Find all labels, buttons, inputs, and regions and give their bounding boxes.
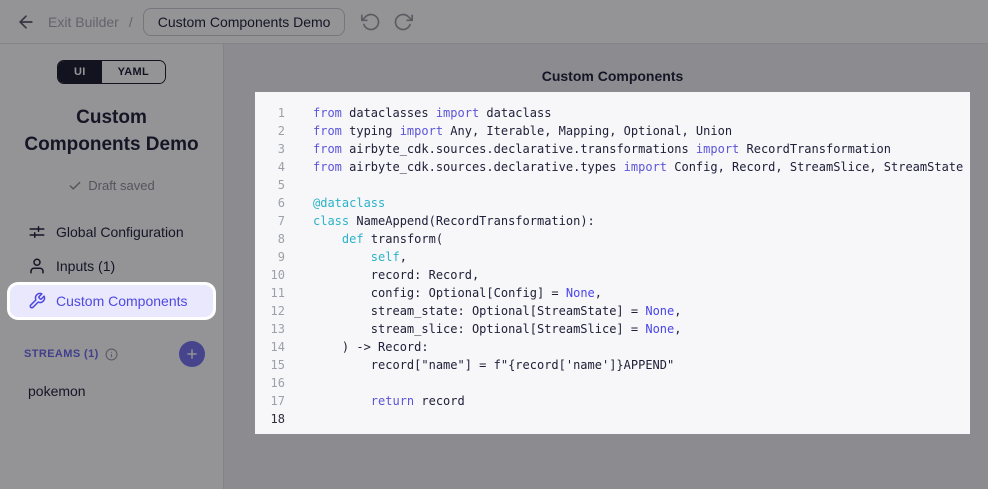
line-number: 14 xyxy=(255,338,285,356)
line-number: 12 xyxy=(255,302,285,320)
line-number: 4 xyxy=(255,158,285,176)
line-number: 11 xyxy=(255,284,285,302)
breadcrumb-separator: / xyxy=(129,14,133,30)
line-number: 2 xyxy=(255,122,285,140)
code-line: 6 @dataclass xyxy=(255,194,970,212)
code-line: 1 from dataclasses import dataclass xyxy=(255,104,970,122)
code-line: 4 from airbyte_cdk.sources.declarative.ty… xyxy=(255,158,970,176)
line-number: 13 xyxy=(255,320,285,338)
code-line: 14 ) -> Record: xyxy=(255,338,970,356)
sidebar-item-label: Custom Components xyxy=(56,293,188,309)
code-editor[interactable]: 1 from dataclasses import dataclass 2 from … xyxy=(255,92,970,434)
sidebar-item-label: Global Configuration xyxy=(56,224,184,240)
code-line: 13 stream_slice: Optional[StreamSlice] =… xyxy=(255,320,970,338)
draft-status-label: Draft saved xyxy=(88,178,154,193)
stream-item-pokemon[interactable]: pokemon xyxy=(0,383,223,399)
line-number: 9 xyxy=(255,248,285,266)
exit-builder-link[interactable]: Exit Builder xyxy=(48,14,119,30)
line-number: 8 xyxy=(255,230,285,248)
code-line: 3 from airbyte_cdk.sources.declarative.tr… xyxy=(255,140,970,158)
line-code: from typing import Any, Iterable, Mappin… xyxy=(313,122,732,140)
sidebar-item-label: Inputs (1) xyxy=(56,258,115,274)
toggle-yaml-button[interactable]: YAML xyxy=(102,61,165,83)
undo-icon xyxy=(361,12,381,32)
line-number: 16 xyxy=(255,374,285,392)
line-code: from airbyte_cdk.sources.declarative.typ… xyxy=(313,158,963,176)
code-line: 9 self, xyxy=(255,248,970,266)
wrench-icon xyxy=(28,292,46,310)
sidebar-nav: Global Configuration Inputs (1) Custom C… xyxy=(0,215,223,319)
toggle-ui-button[interactable]: UI xyxy=(58,61,102,83)
history-buttons xyxy=(359,10,415,34)
redo-icon xyxy=(393,12,413,32)
back-button[interactable] xyxy=(14,10,38,34)
code-line: 17 return record xyxy=(255,392,970,410)
line-number: 5 xyxy=(255,176,285,194)
connector-title: Custom Components Demo xyxy=(0,104,223,158)
line-code: return record xyxy=(313,392,465,410)
line-code: @dataclass xyxy=(313,194,385,212)
sidebar-item-global-configuration[interactable]: Global Configuration xyxy=(0,215,223,249)
line-code: config: Optional[Config] = None, xyxy=(313,284,602,302)
line-code: stream_state: Optional[StreamState] = No… xyxy=(313,302,681,320)
line-number: 17 xyxy=(255,392,285,410)
main-content: Custom Components 1 from dataclasses impo… xyxy=(224,44,988,489)
code-line: 16 xyxy=(255,374,970,392)
connector-builder-app: Exit Builder / Custom Components Demo UI… xyxy=(0,0,988,489)
line-number: 6 xyxy=(255,194,285,212)
streams-section-header: STREAMS (1) xyxy=(0,341,223,367)
add-stream-button[interactable] xyxy=(179,341,205,367)
line-number: 1 xyxy=(255,104,285,122)
code-line: 12 stream_state: Optional[StreamState] =… xyxy=(255,302,970,320)
code-line: 2 from typing import Any, Iterable, Mappi… xyxy=(255,122,970,140)
line-code: stream_slice: Optional[StreamSlice] = No… xyxy=(313,320,681,338)
sliders-icon xyxy=(28,223,46,241)
draft-status: Draft saved xyxy=(0,178,223,193)
streams-info-trigger[interactable] xyxy=(105,348,118,361)
code-line: 5 xyxy=(255,176,970,194)
line-number: 3 xyxy=(255,140,285,158)
line-code: record: Record, xyxy=(313,266,479,284)
check-icon xyxy=(68,179,82,193)
line-code: from dataclasses import dataclass xyxy=(313,104,551,122)
topbar: Exit Builder / Custom Components Demo xyxy=(0,0,988,44)
connector-name-input[interactable]: Custom Components Demo xyxy=(143,8,346,36)
line-code: ) -> Record: xyxy=(313,338,429,356)
connector-name-value: Custom Components Demo xyxy=(158,14,331,30)
line-code: self, xyxy=(313,248,407,266)
streams-header-label: STREAMS (1) xyxy=(24,348,99,360)
builder-body: UI YAML Custom Components Demo Draft sav… xyxy=(0,44,988,489)
line-code: class NameAppend(RecordTransformation): xyxy=(313,212,595,230)
code-line: 18 xyxy=(255,410,970,428)
line-code: def transform( xyxy=(313,230,443,248)
code-lines: 1 from dataclasses import dataclass 2 from … xyxy=(255,104,970,428)
arrow-left-icon xyxy=(16,12,36,32)
line-number: 10 xyxy=(255,266,285,284)
redo-button[interactable] xyxy=(391,10,415,34)
line-number: 15 xyxy=(255,356,285,374)
code-line: 11 config: Optional[Config] = None, xyxy=(255,284,970,302)
sidebar-item-inputs[interactable]: Inputs (1) xyxy=(0,249,223,283)
code-line: 8 def transform( xyxy=(255,230,970,248)
line-code: from airbyte_cdk.sources.declarative.tra… xyxy=(313,140,891,158)
sidebar-item-custom-components[interactable]: Custom Components xyxy=(10,285,213,317)
info-icon xyxy=(105,348,118,361)
line-number: 7 xyxy=(255,212,285,230)
line-code: record["name"] = f"{record['name']}APPEN… xyxy=(313,356,674,374)
code-line: 15 record["name"] = f"{record['name']}AP… xyxy=(255,356,970,374)
user-icon xyxy=(28,257,46,275)
ui-yaml-toggle: UI YAML xyxy=(57,60,166,84)
code-line: 7 class NameAppend(RecordTransformation): xyxy=(255,212,970,230)
code-line: 10 record: Record, xyxy=(255,266,970,284)
sidebar: UI YAML Custom Components Demo Draft sav… xyxy=(0,44,224,489)
undo-button[interactable] xyxy=(359,10,383,34)
page-title: Custom Components xyxy=(255,68,970,84)
line-number: 18 xyxy=(255,410,285,428)
plus-icon xyxy=(185,347,199,361)
